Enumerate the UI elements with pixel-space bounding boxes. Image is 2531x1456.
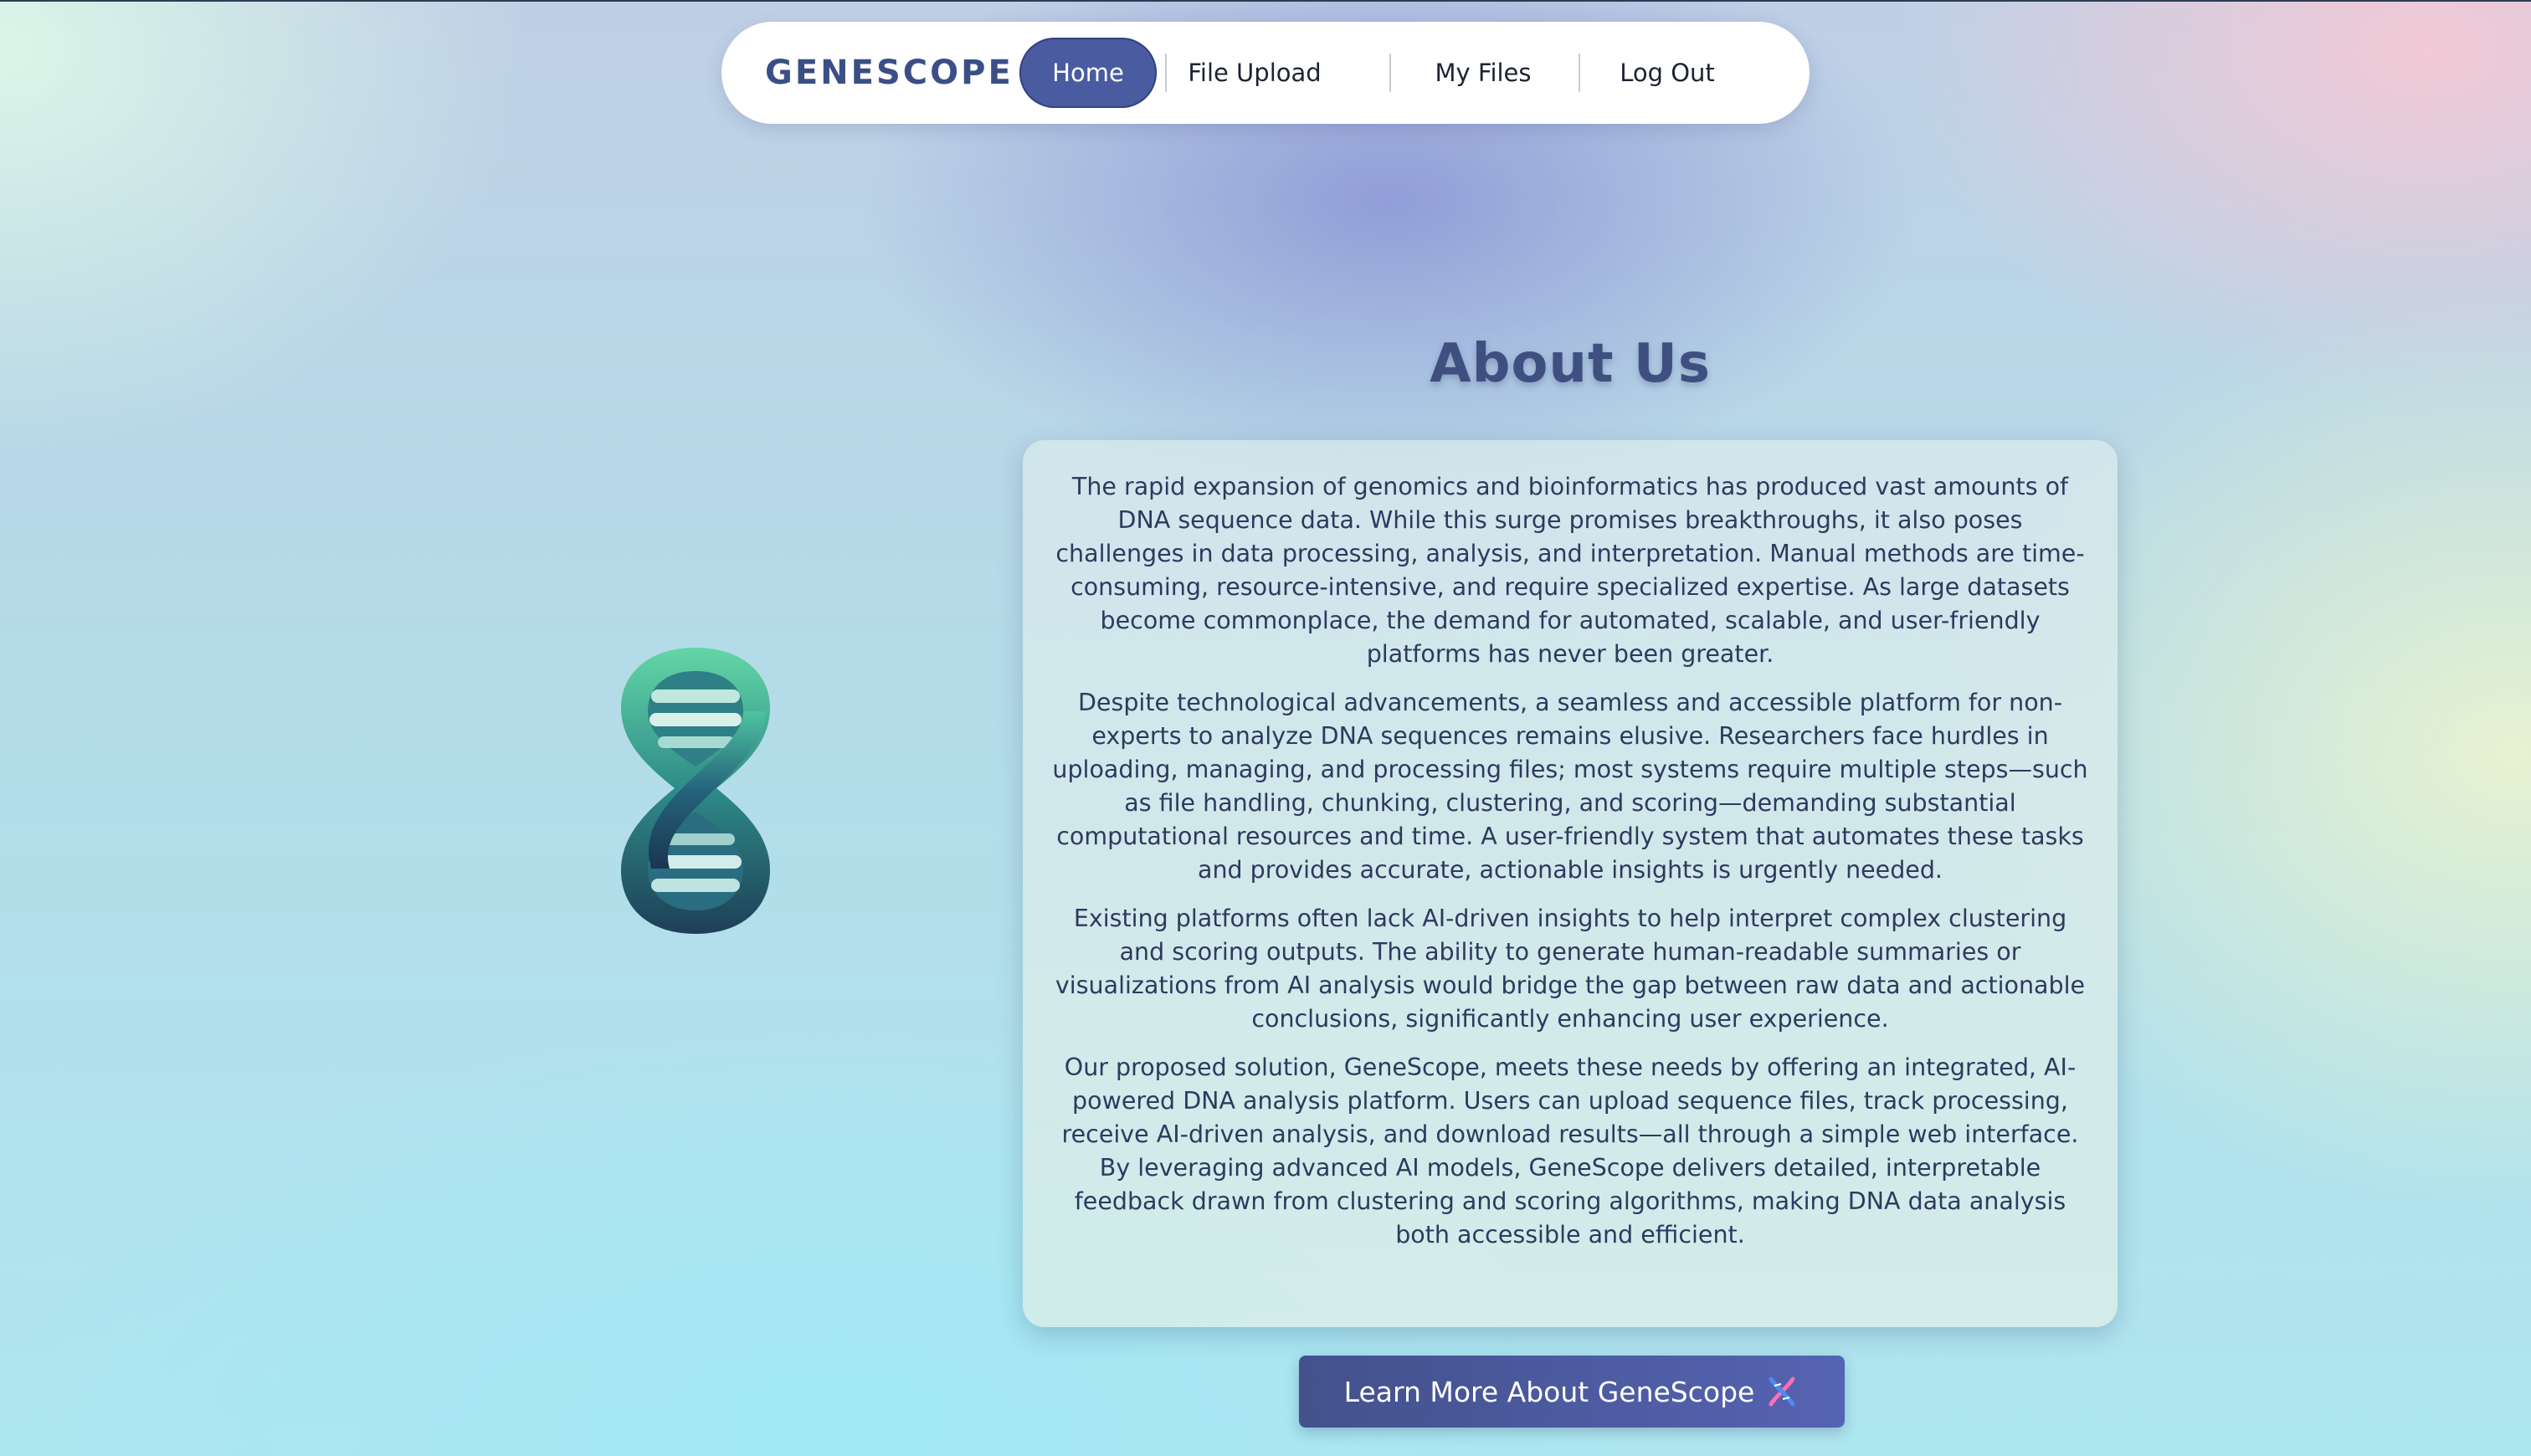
nav-divider (1389, 54, 1391, 92)
top-navigation-bar: GENESCOPE Home File Upload My Files Log … (721, 22, 1810, 124)
nav-item-log-out[interactable]: Log Out (1599, 38, 1736, 108)
learn-more-label: Learn More About GeneScope (1343, 1375, 1755, 1408)
about-card: The rapid expansion of genomics and bioi… (1023, 440, 2118, 1327)
page-title: About Us (1430, 333, 1711, 395)
dna-emoji-icon (1769, 1377, 1795, 1407)
learn-more-button[interactable]: Learn More About GeneScope (1299, 1356, 1845, 1428)
window-top-border (0, 0, 2531, 2)
nav-item-home[interactable]: Home (1019, 38, 1157, 108)
nav-divider (1165, 54, 1167, 92)
brand-logo-text[interactable]: GENESCOPE (765, 22, 1014, 124)
about-paragraph: Existing platforms often lack AI-driven … (1055, 905, 2086, 1033)
about-paragraph: Despite technological advancements, a se… (1052, 689, 2088, 884)
dna-helix-icon (621, 648, 770, 934)
about-paragraph: Our proposed solution, GeneScope, meets … (1061, 1054, 2079, 1248)
nav-item-my-files[interactable]: My Files (1411, 38, 1555, 108)
nav-divider (1579, 54, 1580, 92)
about-paragraph: The rapid expansion of genomics and bioi… (1055, 473, 2085, 668)
nav-item-file-upload[interactable]: File Upload (1185, 38, 1324, 108)
